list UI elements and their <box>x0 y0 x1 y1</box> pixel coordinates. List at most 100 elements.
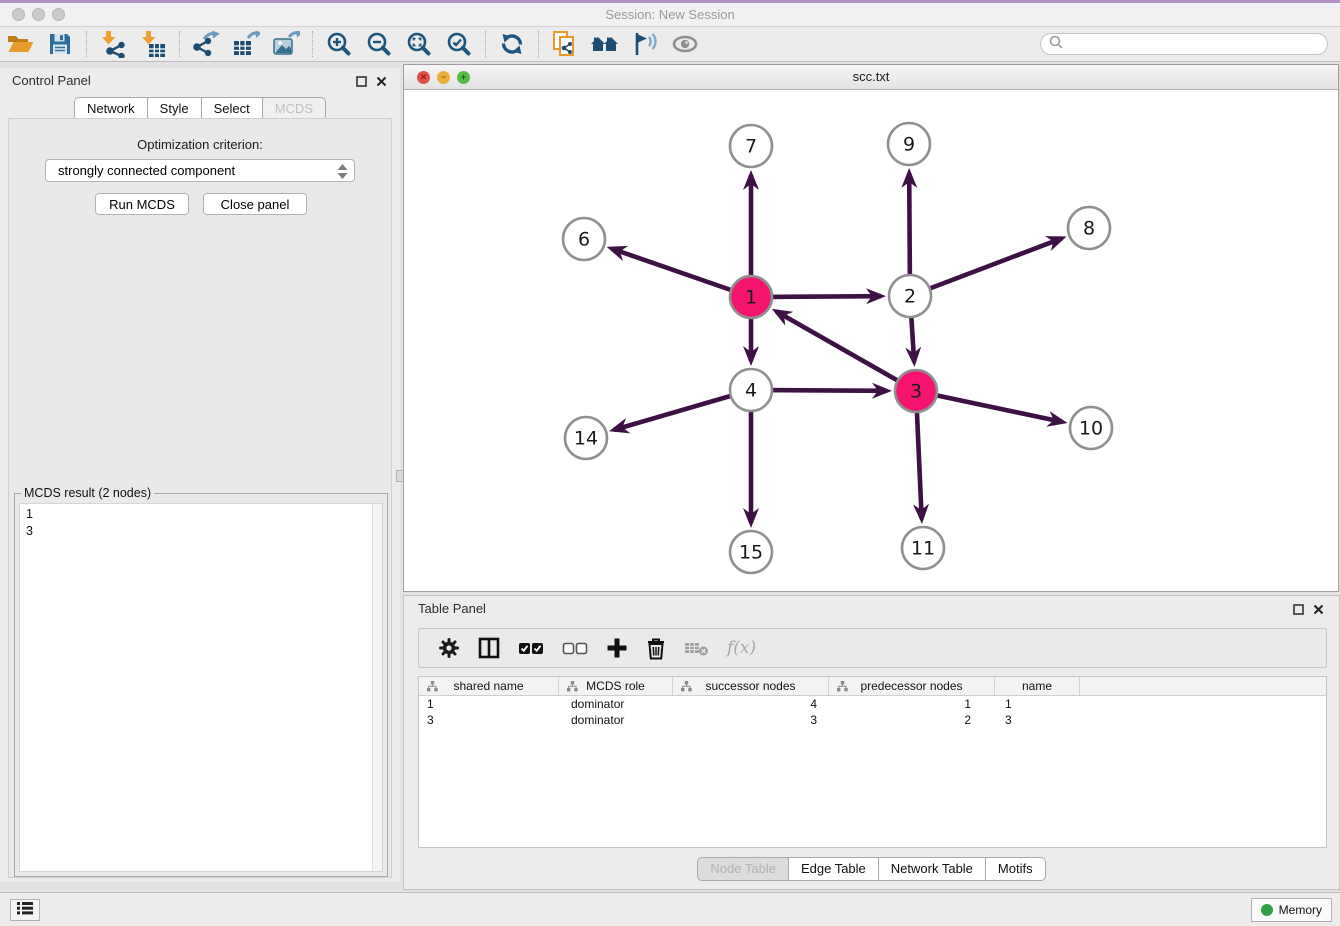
edge-3-10[interactable] <box>916 391 1063 422</box>
close-panel-icon[interactable] <box>1313 602 1325 614</box>
select-all-icon[interactable] <box>518 642 544 655</box>
import-network-icon[interactable] <box>96 29 130 59</box>
table-row[interactable]: 1dominator411 <box>419 696 1326 712</box>
export-network-icon[interactable] <box>189 29 223 59</box>
task-history-button[interactable] <box>10 899 40 921</box>
column-header-MCDS-role[interactable]: MCDS role <box>559 677 673 695</box>
table-header-row: shared nameMCDS rolesuccessor nodesprede… <box>419 677 1326 696</box>
network-canvas[interactable]: 1234678910111415 <box>404 90 1338 591</box>
network-close-button[interactable]: ✕ <box>417 71 430 84</box>
node-table[interactable]: shared nameMCDS rolesuccessor nodesprede… <box>418 676 1327 848</box>
table-body: 1dominator4113dominator323 <box>419 696 1326 728</box>
delete-row-icon[interactable] <box>646 637 666 660</box>
node-label-2: 2 <box>904 286 916 308</box>
network-window-titlebar[interactable]: ✕ − + scc.txt <box>404 65 1338 90</box>
toolbar-separator <box>538 31 539 57</box>
node-label-15: 15 <box>739 542 763 564</box>
toolbar-separator <box>86 31 87 57</box>
edge-2-8[interactable] <box>910 238 1062 296</box>
mcds-result-title: MCDS result (2 nodes) <box>21 486 154 500</box>
network-minimize-button[interactable]: − <box>437 71 450 84</box>
search-input[interactable] <box>1067 37 1327 51</box>
titlebar: Session: New Session <box>0 3 1340 27</box>
mcds-result-text: 1 3 <box>20 504 371 871</box>
dropdown-stepper-icon <box>336 163 349 183</box>
table-tabs: Node TableEdge TableNetwork TableMotifs <box>404 857 1339 881</box>
criterion-dropdown[interactable]: strongly connected component <box>45 159 355 182</box>
export-image-icon[interactable] <box>269 29 303 59</box>
zoom-fit-icon[interactable] <box>402 29 436 59</box>
table-toolbar: f(x) <box>418 628 1327 668</box>
tab-motifs[interactable]: Motifs <box>986 857 1046 881</box>
result-scrollbar[interactable] <box>372 504 382 871</box>
column-header-successor-nodes[interactable]: successor nodes <box>673 677 829 695</box>
zoom-window-button[interactable] <box>52 8 65 21</box>
show-columns-icon[interactable] <box>478 637 500 659</box>
node-label-6: 6 <box>578 229 590 251</box>
column-header-name[interactable]: name <box>995 677 1080 695</box>
deselect-all-icon[interactable] <box>562 642 588 655</box>
memory-status-icon <box>1261 904 1273 916</box>
edge-3-1[interactable] <box>776 311 916 391</box>
toolbar-separator <box>312 31 313 57</box>
zoom-out-icon[interactable] <box>362 29 396 59</box>
export-table-icon[interactable] <box>229 29 263 59</box>
node-label-9: 9 <box>903 134 915 156</box>
list-icon <box>17 901 33 920</box>
node-label-8: 8 <box>1083 218 1095 240</box>
close-window-button[interactable] <box>12 8 25 21</box>
import-table-icon[interactable] <box>136 29 170 59</box>
cell-shared-name[interactable]: 3 <box>419 712 559 728</box>
cell-predecessor-nodes[interactable]: 2 <box>829 712 995 728</box>
node-label-11: 11 <box>911 538 935 560</box>
cell-MCDS-role[interactable]: dominator <box>559 696 673 712</box>
close-panel-button[interactable]: Close panel <box>203 193 307 215</box>
cell-shared-name[interactable]: 1 <box>419 696 559 712</box>
memory-button[interactable]: Memory <box>1251 898 1332 922</box>
column-header-predecessor-nodes[interactable]: predecessor nodes <box>829 677 995 695</box>
table-panel-header: Table Panel <box>404 596 1339 620</box>
first-neighbors-icon[interactable] <box>588 29 622 59</box>
zoom-in-icon[interactable] <box>322 29 356 59</box>
run-mcds-button[interactable]: Run MCDS <box>95 193 189 215</box>
cell-name[interactable]: 1 <box>995 696 1080 712</box>
refresh-view-icon[interactable] <box>495 29 529 59</box>
cell-MCDS-role[interactable]: dominator <box>559 712 673 728</box>
cell-name[interactable]: 3 <box>995 712 1080 728</box>
float-panel-icon[interactable] <box>356 74 368 86</box>
toolbar-separator <box>485 31 486 57</box>
add-row-icon[interactable] <box>606 637 628 659</box>
toolbar-separator <box>179 31 180 57</box>
close-panel-icon[interactable] <box>376 74 388 86</box>
zoom-selected-icon[interactable] <box>442 29 476 59</box>
float-panel-icon[interactable] <box>1293 602 1305 614</box>
graphics-details-icon[interactable] <box>628 29 662 59</box>
node-label-1: 1 <box>745 287 757 309</box>
save-session-icon[interactable] <box>43 29 77 59</box>
show-hide-details-icon[interactable] <box>668 29 702 59</box>
clone-network-icon[interactable] <box>548 29 582 59</box>
cell-predecessor-nodes[interactable]: 1 <box>829 696 995 712</box>
open-session-icon[interactable] <box>3 29 37 59</box>
control-panel-header: Control Panel <box>0 68 400 92</box>
tab-network-table[interactable]: Network Table <box>879 857 986 881</box>
function-builder-icon[interactable]: f(x) <box>727 638 756 658</box>
table-panel: Table Panel f(x) shared nameMCDS rolesuc… <box>403 595 1340 890</box>
search-field[interactable] <box>1040 33 1328 55</box>
network-maximize-button[interactable]: + <box>457 71 470 84</box>
network-view-window: ✕ − + scc.txt 1234678910111415 <box>403 64 1339 592</box>
mcds-result-area[interactable]: 1 3 <box>19 503 383 872</box>
window-title: Session: New Session <box>0 3 1340 26</box>
table-row[interactable]: 3dominator323 <box>419 712 1326 728</box>
network-graph[interactable]: 1234678910111415 <box>404 90 1338 591</box>
mcds-result-group: MCDS result (2 nodes) 1 3 <box>14 493 388 877</box>
table-settings-icon[interactable] <box>438 637 460 659</box>
optimization-criterion-label: Optimization criterion: <box>9 137 391 152</box>
minimize-window-button[interactable] <box>32 8 45 21</box>
tab-edge-table[interactable]: Edge Table <box>789 857 879 881</box>
cell-successor-nodes[interactable]: 3 <box>673 712 829 728</box>
column-header-shared-name[interactable]: shared name <box>419 677 559 695</box>
cell-successor-nodes[interactable]: 4 <box>673 696 829 712</box>
tab-node-table[interactable]: Node Table <box>697 857 789 881</box>
delete-table-icon[interactable] <box>684 640 709 656</box>
